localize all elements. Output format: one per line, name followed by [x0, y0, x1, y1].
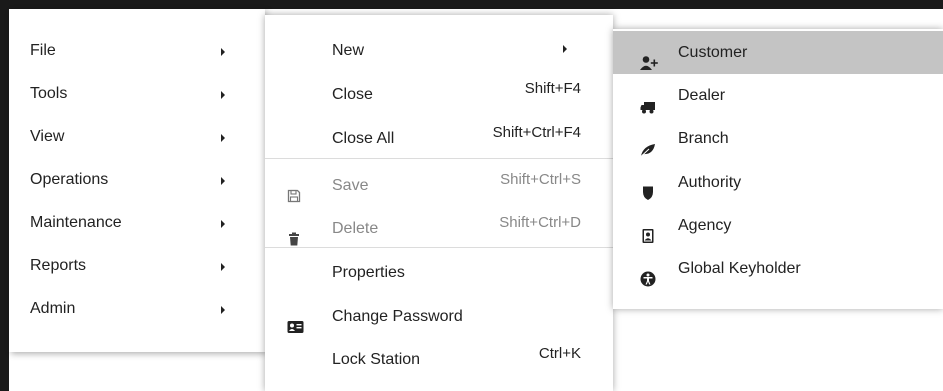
menu-item-label: Admin — [30, 300, 76, 317]
menu-item-label: New — [332, 42, 365, 59]
menu-item-shortcut: Shift+Ctrl+S — [500, 171, 581, 188]
file-menu-item-save[interactable]: Save Shift+Ctrl+S — [265, 162, 613, 206]
menu-item-label: Agency — [678, 217, 732, 234]
main-menu-item-admin[interactable]: Admin — [9, 292, 265, 326]
menu-item-shortcut: Shift+Ctrl+F4 — [492, 124, 581, 141]
main-menu-item-tools[interactable]: Tools — [9, 77, 265, 111]
submenu-arrow-icon — [221, 91, 225, 99]
menu-item-shortcut: Shift+Ctrl+D — [499, 214, 581, 231]
file-submenu: New Close Shift+F4 Close All Shift+Ctrl+… — [265, 15, 613, 391]
menu-item-label: Properties — [332, 264, 405, 281]
menu-item-label: Close All — [332, 130, 395, 147]
main-menu-item-reports[interactable]: Reports — [9, 249, 265, 283]
menu-item-label: Change Password — [332, 308, 463, 325]
truck-icon — [640, 88, 656, 114]
menu-item-shortcut: Ctrl+K — [538, 345, 581, 362]
menu-item-label: Save — [332, 177, 369, 194]
submenu-arrow-icon — [221, 263, 225, 271]
main-menu-item-operations[interactable]: Operations — [9, 163, 265, 197]
new-menu-item-branch[interactable]: Branch — [613, 117, 943, 160]
submenu-arrow-icon — [221, 177, 225, 185]
menu-item-label: Operations — [30, 171, 109, 188]
new-menu-item-customer[interactable]: Customer — [613, 31, 943, 74]
new-menu-item-agency[interactable]: Agency — [613, 204, 943, 247]
new-menu-item-authority[interactable]: Authority — [613, 161, 943, 204]
window-left-frame — [0, 0, 9, 391]
save-icon — [287, 177, 303, 203]
main-menu-item-file[interactable]: File — [9, 34, 265, 68]
file-menu-item-properties[interactable]: Properties — [265, 249, 613, 293]
menu-item-label: Maintenance — [30, 214, 122, 231]
file-menu-item-change-password[interactable]: Change Password — [265, 293, 613, 337]
menu-item-label: Delete — [332, 220, 379, 237]
menu-item-label: Reports — [30, 257, 87, 274]
submenu-arrow-icon — [221, 134, 225, 142]
window-top-frame — [0, 0, 943, 9]
main-menu: File Tools View Operations Maintenance R… — [9, 9, 265, 352]
menu-item-label: Close — [332, 86, 373, 103]
file-menu-item-close-all[interactable]: Close All Shift+Ctrl+F4 — [265, 115, 613, 159]
leaf-icon — [640, 131, 656, 157]
menu-divider — [265, 247, 613, 248]
menu-item-label: Branch — [678, 130, 729, 147]
shield-icon — [640, 175, 656, 200]
new-menu-item-global-keyholder[interactable]: Global Keyholder — [613, 247, 943, 290]
menu-item-label: Lock Station — [332, 351, 421, 368]
file-menu-item-lock-station[interactable]: Lock Station Ctrl+K — [265, 336, 613, 380]
badge-icon — [640, 218, 656, 243]
submenu-arrow-icon — [221, 48, 225, 56]
universal-access-icon — [640, 261, 656, 287]
menu-item-label: View — [30, 128, 65, 145]
menu-item-label: Global Keyholder — [678, 260, 801, 277]
file-menu-item-new[interactable]: New — [265, 27, 613, 71]
menu-item-label: File — [30, 42, 56, 59]
file-menu-item-delete[interactable]: Delete Shift+Ctrl+D — [265, 205, 613, 249]
menu-item-shortcut: Shift+F4 — [524, 80, 581, 97]
id-card-icon — [287, 308, 304, 333]
menu-item-label: Dealer — [678, 87, 726, 104]
submenu-arrow-icon — [563, 45, 567, 53]
trash-icon — [287, 220, 303, 246]
menu-item-label: Tools — [30, 85, 68, 102]
menu-item-label: Authority — [678, 174, 742, 191]
main-menu-item-maintenance[interactable]: Maintenance — [9, 206, 265, 240]
user-plus-icon — [640, 45, 658, 70]
submenu-arrow-icon — [221, 220, 225, 228]
file-menu-item-close[interactable]: Close Shift+F4 — [265, 71, 613, 115]
submenu-arrow-icon — [221, 306, 225, 314]
new-menu-item-dealer[interactable]: Dealer — [613, 74, 943, 117]
menu-item-label: Customer — [678, 44, 748, 61]
main-menu-item-view[interactable]: View — [9, 120, 265, 154]
new-submenu: Customer Dealer Branch Authority Agency … — [613, 29, 943, 309]
